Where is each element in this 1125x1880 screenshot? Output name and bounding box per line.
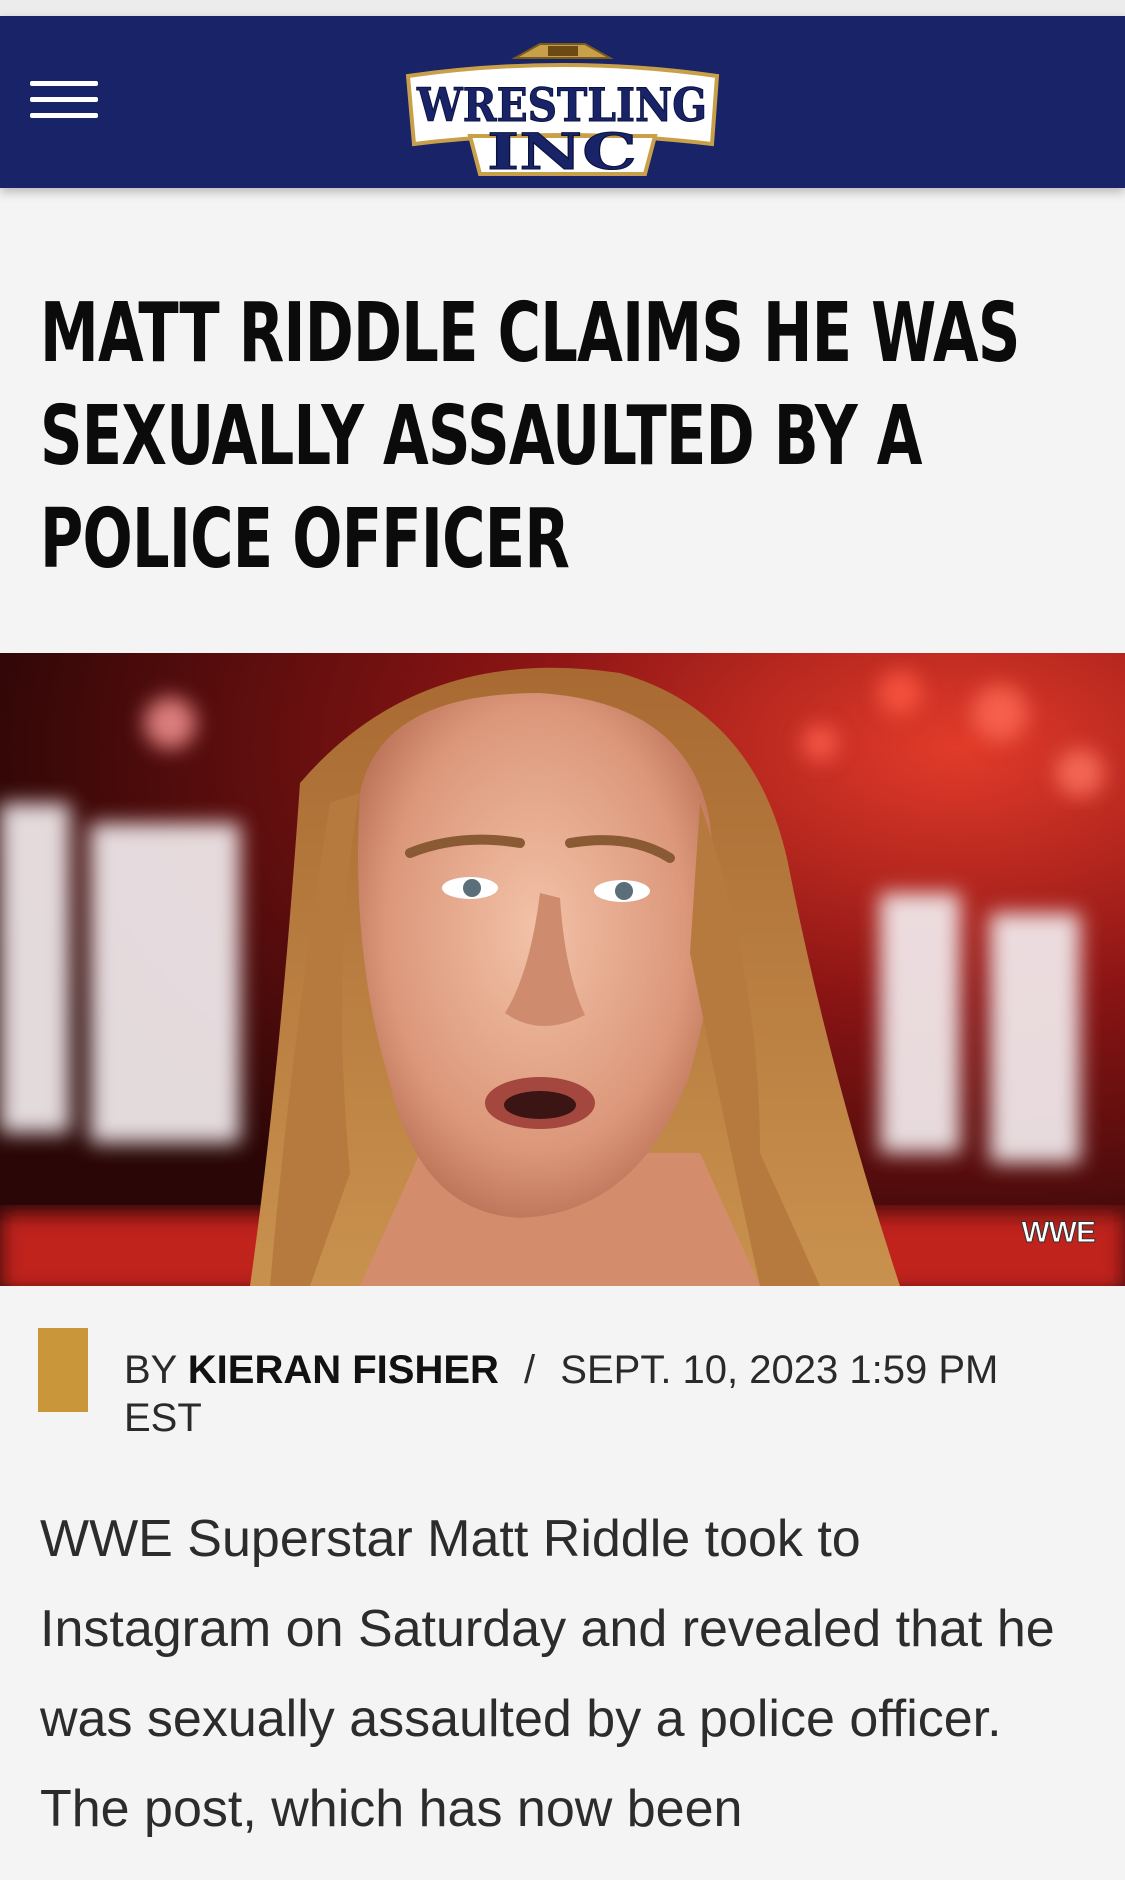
hero-image: WWE (0, 653, 1125, 1286)
site-logo[interactable]: WRESTLING INC (400, 36, 725, 176)
hero-photo (0, 653, 1125, 1286)
author-link[interactable]: KIERAN FISHER (188, 1348, 499, 1392)
title-line-2: SEXUALLY ASSAULTED BY A (40, 389, 922, 484)
byline-text: BY KIERAN FISHER / SEPT. 10, 2023 1:59 P… (124, 1346, 1084, 1442)
logo-wordmark: WRESTLING INC (405, 43, 720, 176)
logo-line2: INC (487, 122, 637, 176)
menu-bar-icon (30, 81, 98, 86)
article-body-paragraph: WWE Superstar Matt Riddle took to Instag… (40, 1510, 1055, 1838)
byline-separator: / (524, 1348, 536, 1392)
status-strip (0, 0, 1125, 16)
byline-accent-bar (38, 1328, 88, 1412)
site-header: WRESTLING INC (0, 16, 1125, 188)
title-line-1: MATT RIDDLE CLAIMS HE WAS (40, 286, 1020, 381)
byline: BY KIERAN FISHER / SEPT. 10, 2023 1:59 P… (38, 1328, 1098, 1448)
article-title: MATT RIDDLE CLAIMS HE WAS SEXUALLY ASSAU… (40, 282, 1020, 591)
menu-bar-icon (30, 113, 98, 118)
menu-bar-icon (30, 97, 98, 102)
hamburger-menu-button[interactable] (24, 68, 102, 134)
title-line-3: POLICE OFFICER (40, 492, 570, 587)
image-credit: WWE (1021, 1216, 1097, 1250)
byline-by-label: BY (124, 1348, 177, 1392)
